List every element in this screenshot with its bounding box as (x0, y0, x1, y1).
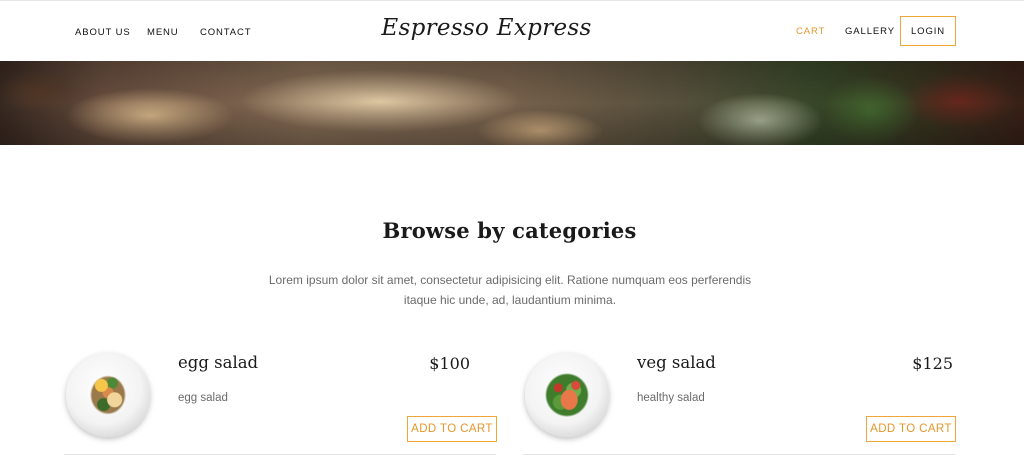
product-price: $100 (429, 354, 470, 373)
product-name: egg salad (178, 353, 259, 372)
navbar: ABOUT US MENU CONTACT Espresso Express C… (0, 0, 1024, 61)
product-description: healthy salad (637, 392, 705, 404)
hero-banner-image (0, 61, 1024, 145)
product-card: egg salad egg salad $100 ADD TO CART (64, 345, 497, 455)
nav-link-gallery[interactable]: GALLERY (845, 26, 895, 37)
add-to-cart-button[interactable]: ADD TO CART (407, 416, 497, 442)
login-button[interactable]: LOGIN (900, 16, 956, 46)
salad-food (86, 371, 130, 419)
product-price: $125 (912, 354, 953, 373)
product-image-veg-salad (525, 353, 609, 437)
section-description: Lorem ipsum dolor sit amet, consectetur … (268, 273, 752, 307)
nav-link-cart[interactable]: CART (796, 26, 825, 37)
product-description: egg salad (178, 392, 228, 404)
brand-logo[interactable]: Espresso Express (0, 15, 973, 41)
product-image-egg-salad (66, 353, 150, 437)
product-name: veg salad (637, 353, 716, 372)
hero-overlay (0, 61, 1024, 145)
product-card: veg salad healthy salad $125 ADD TO CART (523, 345, 956, 455)
section-title: Browse by categories (382, 218, 637, 243)
add-to-cart-button[interactable]: ADD TO CART (866, 416, 956, 442)
salad-food (545, 371, 589, 419)
